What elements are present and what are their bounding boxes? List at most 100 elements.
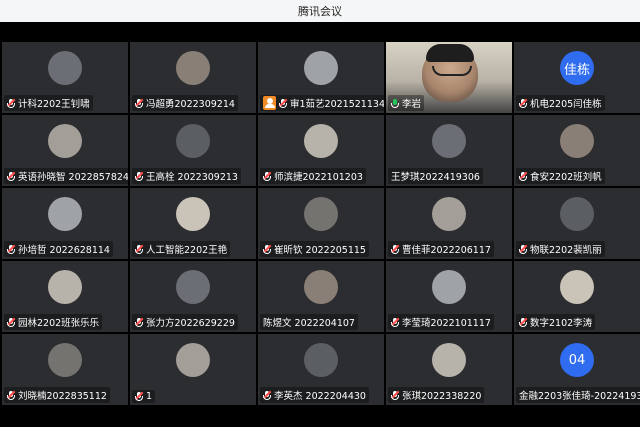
participant-label: 计科2202王钊啸 [4,95,93,111]
mic-slash-icon [518,317,528,326]
mic-muted-icon [6,317,16,327]
mic-muted-icon [390,244,400,254]
participant-avatar [560,197,594,231]
participant-label: 曹佳菲2022206117 [388,241,494,257]
participant-tile[interactable]: 李岩 [386,42,512,113]
participant-avatar [176,124,210,158]
window-title: 腾讯会议 [298,5,342,18]
participant-label: 机电2205闫佳栋 [516,95,605,111]
participant-tile[interactable]: 孙培哲 2022628114 [2,188,128,259]
participant-tile[interactable]: 食安2202班刘帆 [514,115,640,186]
host-badge-icon [263,96,277,110]
participant-avatar [176,270,210,304]
participant-name: 审1茹艺2021521134 [290,99,384,110]
participant-video-glasses [432,66,472,76]
participant-video-hair [426,44,474,62]
bottom-bar [0,407,640,427]
participant-tile[interactable]: 物联2202裴凯丽 [514,188,640,259]
participant-tile[interactable]: 曹佳菲2022206117 [386,188,512,259]
participant-grid: 计科2202王钊啸 冯超勇2022309214 审1茹艺2021521134 李岩 佳栋… [0,42,640,407]
participant-tile[interactable]: 李莹琦2022101117 [386,261,512,332]
participant-avatar [432,343,466,377]
mic-slash-icon [262,244,272,253]
participant-tile[interactable]: 人工智能2202王艳 [130,188,256,259]
participant-tile[interactable]: 陈煜文 2022204107 [258,261,384,332]
participant-tile[interactable]: 张琪2022338220 [386,334,512,405]
mic-muted-icon [134,171,144,181]
mic-muted-icon [518,171,528,181]
participant-tile[interactable]: 佳栋 机电2205闫佳栋 [514,42,640,113]
participant-tile[interactable]: 刘晓楠2022835112 [2,334,128,405]
mic-slash-icon [390,244,400,253]
participant-tile[interactable]: 园林2202班张乐乐 [2,261,128,332]
participant-avatar [560,270,594,304]
mic-slash-icon [134,244,144,253]
mic-muted-icon [518,98,528,108]
participant-tile[interactable]: 1 [130,334,256,405]
participant-tile[interactable]: 英语孙晓智 2022857824 [2,115,128,186]
mic-muted-icon [262,171,272,181]
participant-name: 冯超勇2022309214 [146,99,235,110]
participant-name: 物联2202裴凯丽 [530,245,602,256]
mic-muted-icon [134,391,144,401]
participant-name: 英语孙晓智 2022857824 [18,172,128,183]
mic-muted-icon [262,390,272,400]
mic-muted-icon [6,244,16,254]
mic-slash-icon [518,171,528,180]
participant-tile[interactable]: 计科2202王钊啸 [2,42,128,113]
mic-slash-icon [6,98,16,107]
participant-label: 师滨捷2022101203 [260,168,366,184]
participant-tile[interactable]: 师滨捷2022101203 [258,115,384,186]
participant-avatar [48,343,82,377]
participant-label: 张琪2022338220 [388,387,485,403]
participant-tile[interactable]: 李英杰 2022204430 [258,334,384,405]
participant-name: 园林2202班张乐乐 [18,318,100,329]
mic-slash-icon [518,244,528,253]
participant-name: 曹佳菲2022206117 [402,245,491,256]
mic-slash-icon [390,317,400,326]
mic-on-icon [391,98,399,108]
participant-label: 冯超勇2022309214 [132,95,238,111]
mic-slash-icon [134,317,144,326]
participant-name: 数字2102李涛 [530,318,593,329]
participant-label: 张力方2022629229 [132,314,238,330]
mic-slash-icon [279,98,288,107]
participant-tile[interactable]: 数字2102李涛 [514,261,640,332]
participant-avatar: 04 [560,343,594,377]
participant-name: 李英杰 2022204430 [274,391,366,402]
participant-label: 崔昕钦 2022205115 [260,241,369,257]
participant-name: 机电2205闫佳栋 [530,99,602,110]
mic-slash-icon [262,171,272,180]
participant-name: 王高栓 2022309213 [146,172,238,183]
participant-label: 人工智能2202王艳 [132,241,231,257]
mic-muted-icon [518,244,528,254]
participant-avatar [304,197,338,231]
participant-tile[interactable]: 王梦琪2022419306 [386,115,512,186]
participant-name: 人工智能2202王艳 [146,245,228,256]
participant-name: 计科2202王钊啸 [18,99,90,110]
mic-slash-icon [134,391,144,400]
participant-tile[interactable]: 04 金融2203张佳琦-20224193... [514,334,640,405]
participant-tile[interactable]: 崔昕钦 2022205115 [258,188,384,259]
mic-muted-icon [6,390,16,400]
mic-slash-icon [390,390,400,399]
mic-muted-icon [390,317,400,327]
participant-label: 陈煜文 2022204107 [260,314,358,330]
participant-avatar [48,197,82,231]
participant-label: 李岩 [388,95,425,111]
participant-label: 王梦琪2022419306 [388,168,483,184]
mic-slash-icon [6,244,16,253]
participant-name: 王梦琪2022419306 [391,172,480,183]
participant-tile[interactable]: 审1茹艺2021521134 [258,42,384,113]
mic-slash-icon [6,171,16,180]
participant-tile[interactable]: 王高栓 2022309213 [130,115,256,186]
participant-avatar [48,124,82,158]
participant-tile[interactable]: 张力方2022629229 [130,261,256,332]
mic-slash-icon [6,390,16,399]
participant-name: 张力方2022629229 [146,318,235,329]
participant-label: 孙培哲 2022628114 [4,241,113,257]
participant-label: 英语孙晓智 2022857824 [4,168,128,184]
participant-name: 师滨捷2022101203 [274,172,363,183]
participant-label: 金融2203张佳琦-20224193... [516,387,640,403]
participant-tile[interactable]: 冯超勇2022309214 [130,42,256,113]
